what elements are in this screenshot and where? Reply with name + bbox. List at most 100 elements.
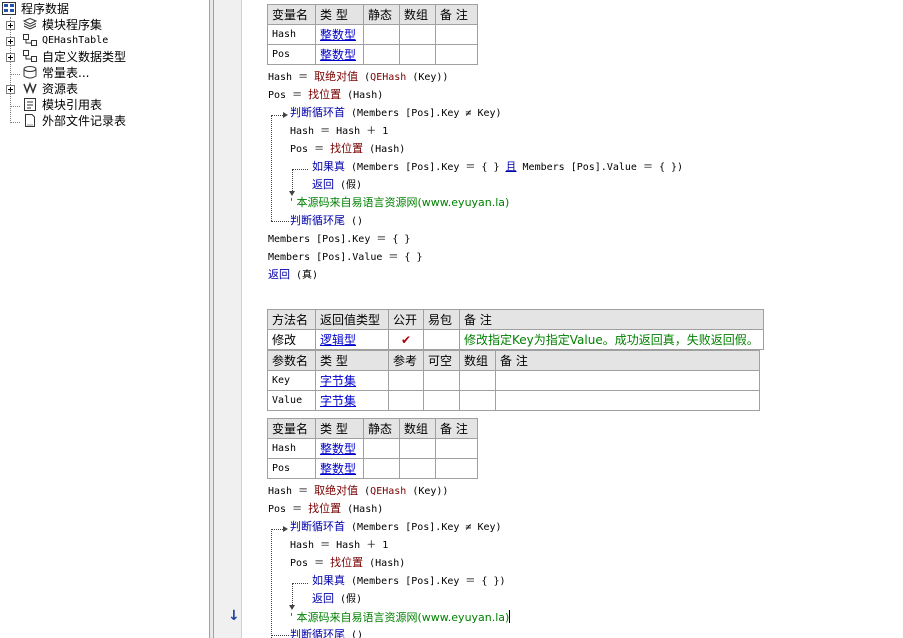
code-line[interactable]: 如果真 (Members [Pos].Key ＝ { }): [312, 572, 506, 590]
var-name[interactable]: Hash: [267, 438, 316, 459]
method-header-table: 方法名 返回值类型 公开 易包 备 注 修改 逻辑型 ✔ 修改指定Key为指定V…: [267, 309, 764, 350]
code-line[interactable]: 如果真 (Members [Pos].Key ＝ { } 且 Members […: [312, 158, 683, 176]
code-line[interactable]: Members [Pos].Value ＝ { }: [268, 248, 423, 266]
method-row[interactable]: 修改 逻辑型 ✔ 修改指定Key为指定Value。成功返回真，失败返回假。: [267, 329, 764, 350]
method-easy-pack[interactable]: [423, 329, 460, 350]
file-record-icon: [25, 114, 35, 127]
var-remark[interactable]: [435, 458, 478, 479]
param-array[interactable]: [459, 370, 496, 391]
col-header: 返回值类型: [315, 309, 389, 330]
code-line[interactable]: Pos ＝ 找位置 (Hash): [290, 140, 405, 158]
col-header: 方法名: [267, 309, 316, 330]
code-line[interactable]: Hash ＝ Hash ＋ 1: [290, 122, 388, 140]
code-comment-line[interactable]: ' 本源码来自易语言资源网(www.eyuyan.la): [290, 194, 509, 212]
tree-item-external-files[interactable]: 外部文件记录表: [0, 113, 200, 129]
param-nullable[interactable]: [423, 390, 460, 411]
expand-toggle-icon[interactable]: [6, 53, 15, 62]
parameters-table: 参数名 类 型 参考 可空 数组 备 注 Key 字节集 Value 字节集: [267, 350, 760, 411]
code-line[interactable]: Pos ＝ 找位置 (Hash): [290, 554, 405, 572]
table-row[interactable]: Hash 整数型: [267, 438, 478, 459]
program-data-icon: [2, 2, 16, 15]
code-line[interactable]: 判断循环首 (Members [Pos].Key ≠ Key): [290, 518, 502, 536]
if-flow-line: [292, 169, 308, 170]
expand-toggle-icon[interactable]: [6, 21, 15, 30]
tree-item-module-refs[interactable]: 模块引用表: [0, 97, 200, 113]
var-static[interactable]: [363, 438, 400, 459]
tree-root-label: 程序数据: [21, 2, 70, 16]
var-static[interactable]: [363, 44, 400, 65]
var-array[interactable]: [399, 438, 436, 459]
expand-toggle-icon[interactable]: [6, 37, 15, 46]
loop-flow-line: [271, 529, 272, 638]
code-line[interactable]: 判断循环尾 (): [290, 212, 363, 230]
param-remark[interactable]: [495, 390, 760, 411]
col-header: 备 注: [495, 350, 760, 371]
code-line[interactable]: 返回 (真): [268, 266, 318, 284]
param-ref[interactable]: [388, 370, 424, 391]
param-type[interactable]: 字节集: [315, 370, 389, 391]
table-row[interactable]: Pos 整数型: [267, 44, 478, 65]
var-type[interactable]: 整数型: [315, 44, 364, 65]
table-row[interactable]: Key 字节集: [267, 370, 760, 391]
param-name[interactable]: Key: [267, 370, 316, 391]
code-line[interactable]: Members [Pos].Key ＝ { }: [268, 230, 410, 248]
var-array[interactable]: [399, 24, 436, 45]
code-comment-line[interactable]: ' 本源码来自易语言资源网(www.eyuyan.la): [290, 608, 511, 626]
constant-table-icon: [23, 66, 37, 79]
public-check-icon[interactable]: ✔: [388, 329, 424, 350]
var-static[interactable]: [363, 24, 400, 45]
param-ref[interactable]: [388, 390, 424, 411]
data-type-icon: [23, 50, 37, 62]
if-flow-line: [292, 583, 293, 607]
var-array[interactable]: [399, 44, 436, 65]
param-remark[interactable]: [495, 370, 760, 391]
code-line[interactable]: 判断循环首 (Members [Pos].Key ≠ Key): [290, 104, 502, 122]
class-module-icon: [23, 34, 37, 46]
tree-item-class[interactable]: QEHashTable: [0, 33, 200, 49]
param-type[interactable]: 字节集: [315, 390, 389, 411]
var-static[interactable]: [363, 458, 400, 479]
var-name[interactable]: Hash: [267, 24, 316, 45]
var-name[interactable]: Pos: [267, 44, 316, 65]
var-remark[interactable]: [435, 24, 478, 45]
var-remark[interactable]: [435, 438, 478, 459]
method-name[interactable]: 修改: [267, 329, 316, 350]
code-line[interactable]: 返回 (假): [312, 176, 362, 194]
tree-item-label: 外部文件记录表: [42, 114, 127, 128]
code-line[interactable]: 返回 (假): [312, 590, 362, 608]
table-row[interactable]: Value 字节集: [267, 390, 760, 411]
var-remark[interactable]: [435, 44, 478, 65]
loop-flow-line: [271, 529, 283, 530]
param-array[interactable]: [459, 390, 496, 411]
var-type[interactable]: 整数型: [315, 438, 364, 459]
tree-item-resources[interactable]: 资源表: [0, 81, 200, 97]
code-editor[interactable]: 变量名 类 型 静态 数组 备 注 Hash 整数型 Pos 整数型 Hash …: [243, 0, 903, 638]
tree-item-module-set[interactable]: 模块程序集: [0, 17, 200, 33]
tree-item-custom-types[interactable]: 自定义数据类型: [0, 49, 200, 65]
code-line[interactable]: Hash ＝ 取绝对值 (QEHash (Key)): [268, 68, 448, 86]
code-line[interactable]: 判断循环尾 (): [290, 626, 363, 638]
col-header: 参考: [388, 350, 424, 371]
method-return-type[interactable]: 逻辑型: [315, 329, 389, 350]
var-array[interactable]: [399, 458, 436, 479]
tree-item-label: QEHashTable: [42, 35, 109, 46]
var-name[interactable]: Pos: [267, 458, 316, 479]
tree-item-constants[interactable]: 常量表...: [0, 65, 200, 81]
code-line[interactable]: Pos ＝ 找位置 (Hash): [268, 500, 383, 518]
param-name[interactable]: Value: [267, 390, 316, 411]
table-row[interactable]: Hash 整数型: [267, 24, 478, 45]
table-row[interactable]: Pos 整数型: [267, 458, 478, 479]
tree-item-label: 自定义数据类型: [42, 50, 127, 64]
module-reference-icon: [24, 98, 36, 111]
code-line[interactable]: Hash ＝ Hash ＋ 1: [290, 536, 388, 554]
col-header: 数组: [399, 418, 436, 439]
col-header: 参数名: [267, 350, 316, 371]
col-header: 静态: [363, 4, 400, 25]
expand-toggle-icon[interactable]: [6, 85, 15, 94]
method-remark[interactable]: 修改指定Key为指定Value。成功返回真，失败返回假。: [459, 329, 764, 350]
param-nullable[interactable]: [423, 370, 460, 391]
var-type[interactable]: 整数型: [315, 24, 364, 45]
code-line[interactable]: Pos ＝ 找位置 (Hash): [268, 86, 383, 104]
var-type[interactable]: 整数型: [315, 458, 364, 479]
code-line[interactable]: Hash ＝ 取绝对值 (QEHash (Key)): [268, 482, 448, 500]
